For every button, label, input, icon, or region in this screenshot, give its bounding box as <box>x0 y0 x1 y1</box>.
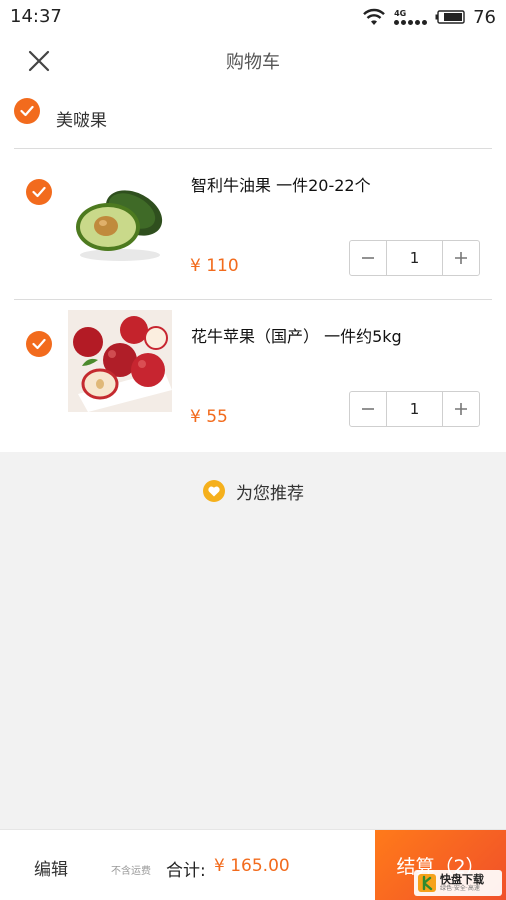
watermark-subtext: 绿色·安全·高速 <box>440 885 480 892</box>
network-type: 4G <box>394 8 407 18</box>
increase-button[interactable] <box>443 392 479 426</box>
quantity-value[interactable]: 1 <box>386 392 443 426</box>
page-title: 购物车 <box>226 52 280 73</box>
store-name: 美啵果 <box>56 111 107 131</box>
product-image-apples[interactable] <box>68 310 172 412</box>
recommend-header: 为您推荐 <box>0 476 506 506</box>
check-icon <box>32 338 46 350</box>
recommend-label: 为您推荐 <box>236 483 304 504</box>
plus-icon <box>455 403 467 415</box>
watermark-text: 快盘下载 <box>440 873 484 886</box>
wifi-icon <box>363 8 385 25</box>
check-icon <box>20 105 34 117</box>
cart-item: 花牛苹果（国产） 一件约5kg ¥ 55 1 <box>0 300 506 450</box>
watermark: 快盘下载 绿色·安全·高速 <box>414 870 502 896</box>
battery-level: 76 <box>473 6 496 28</box>
header: 购物车 <box>0 34 506 90</box>
product-price: ¥ 55 <box>190 407 228 427</box>
cart-item: 智利牛油果 一件20-22个 ¥ 110 1 <box>0 149 506 299</box>
heart-icon <box>203 480 225 502</box>
product-name[interactable]: 花牛苹果（国产） 一件约5kg <box>191 323 402 347</box>
shipping-note: 不含运费 <box>111 866 151 877</box>
decrease-button[interactable] <box>350 241 386 275</box>
item-select-checkbox[interactable] <box>26 179 52 205</box>
total-value: ¥ 165.00 <box>214 856 290 876</box>
battery-icon <box>435 10 465 24</box>
increase-button[interactable] <box>443 241 479 275</box>
signal-icon: 4G <box>394 8 428 25</box>
quantity-stepper: 1 <box>349 240 480 276</box>
status-icons: 4G 76 <box>362 5 496 29</box>
store-select-checkbox[interactable] <box>14 98 40 124</box>
quantity-stepper: 1 <box>349 391 480 427</box>
edit-button[interactable]: 编辑 <box>34 855 68 880</box>
store-row: 美啵果 <box>0 90 506 148</box>
product-name[interactable]: 智利牛油果 一件20-22个 <box>191 172 371 196</box>
item-select-checkbox[interactable] <box>26 331 52 357</box>
product-price: ¥ 110 <box>190 256 239 276</box>
plus-icon <box>455 252 467 264</box>
status-time: 14:37 <box>10 6 62 27</box>
minus-icon <box>362 257 374 259</box>
total-label: 合计: <box>166 861 206 881</box>
cart-list: 美啵果 智利牛油果 一件20-22个 ¥ 110 1 花牛苹果（国产） 一件约5… <box>0 90 506 452</box>
download-logo-icon <box>418 874 436 892</box>
quantity-value[interactable]: 1 <box>386 241 443 275</box>
decrease-button[interactable] <box>350 392 386 426</box>
check-icon <box>32 186 46 198</box>
minus-icon <box>362 408 374 410</box>
status-bar: 14:37 4G 76 <box>0 0 506 34</box>
product-image-avocado[interactable] <box>68 169 172 273</box>
